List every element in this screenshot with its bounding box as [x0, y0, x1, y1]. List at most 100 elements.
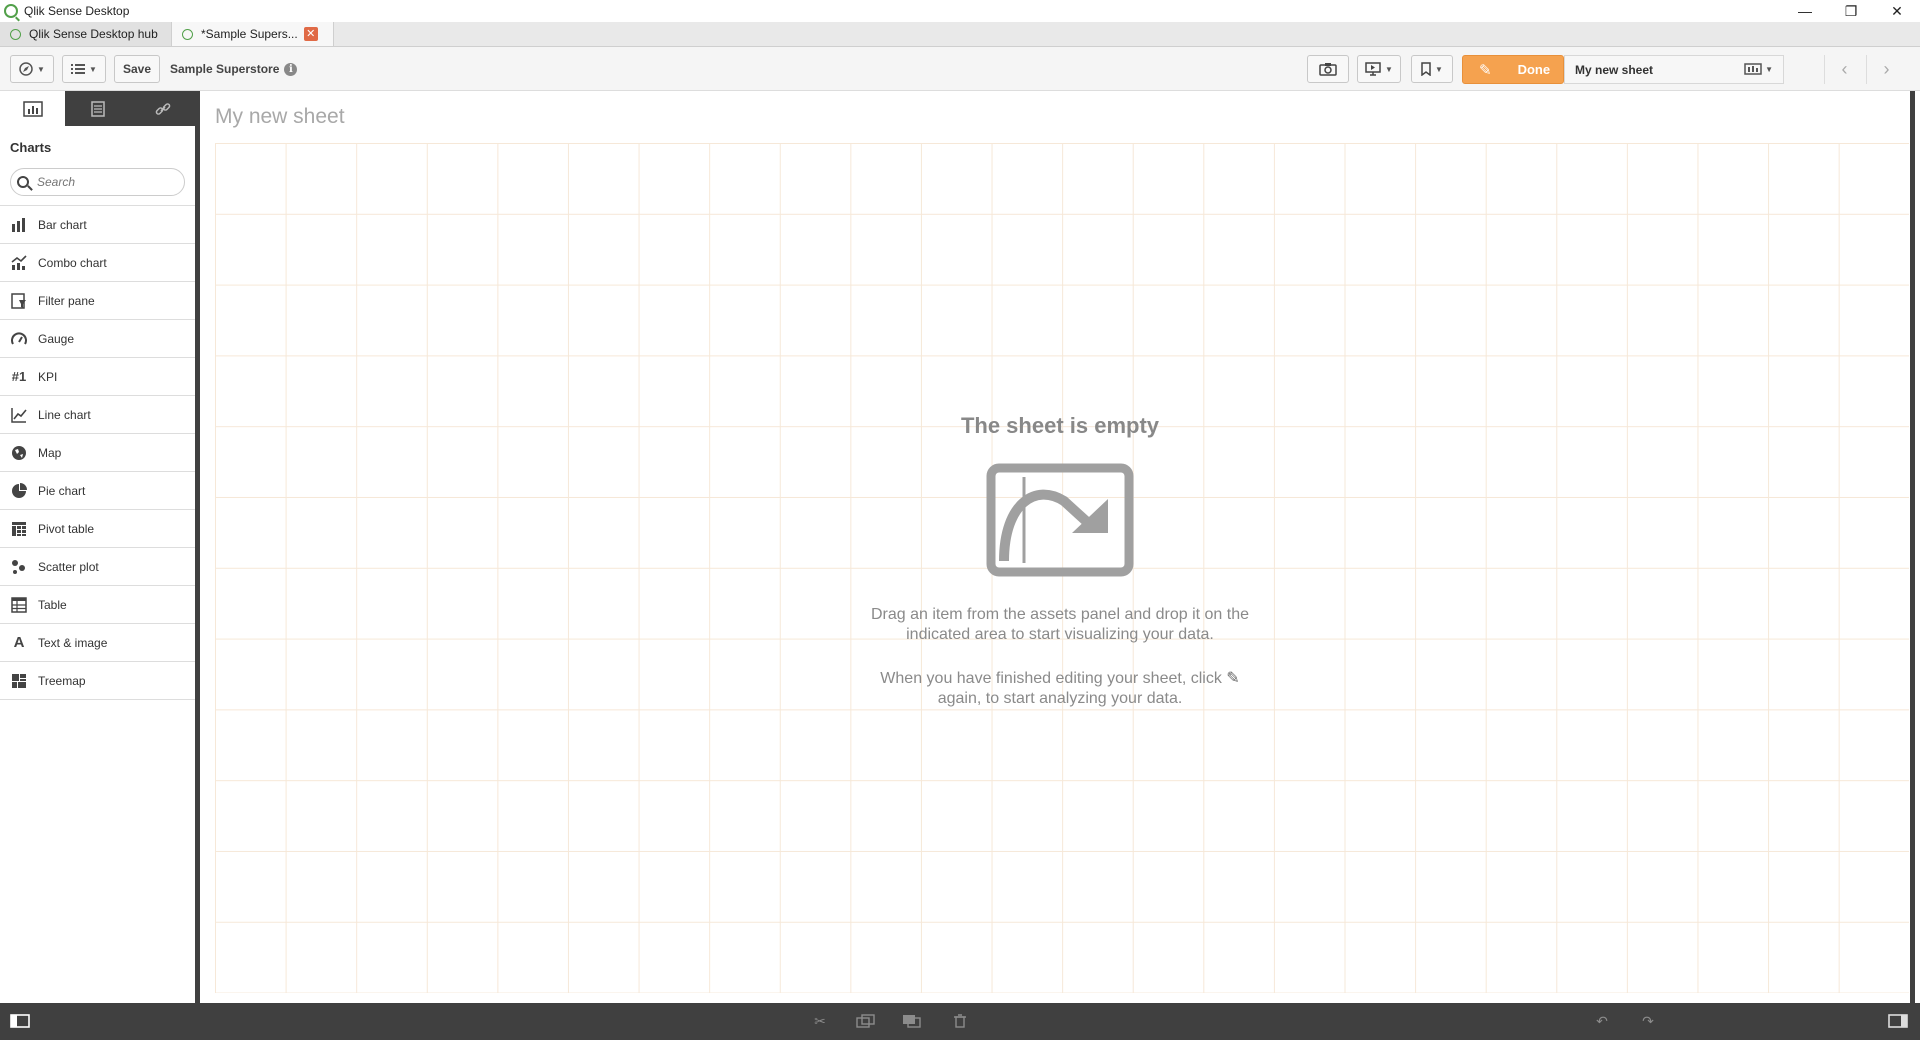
- toggle-assets-panel-button[interactable]: [10, 1013, 30, 1029]
- cut-button[interactable]: ✂: [810, 1013, 830, 1029]
- qlik-tab-icon: [10, 28, 21, 40]
- treemap-icon: [10, 673, 28, 689]
- map-icon: [10, 445, 28, 461]
- undo-button[interactable]: ↶: [1592, 1013, 1612, 1029]
- chevron-down-icon: ▼: [89, 64, 97, 74]
- assets-panel: Charts Bar chart Combo chart Filter pane…: [0, 91, 200, 1003]
- chart-item-label: Map: [38, 445, 62, 460]
- sheet-canvas[interactable]: My new sheet The sheet is empty Drag an …: [205, 91, 1915, 1003]
- charts-tab-icon: [22, 100, 43, 117]
- chart-item-label: Pivot table: [38, 521, 95, 536]
- window-title: Qlik Sense Desktop: [24, 4, 130, 18]
- chevron-down-icon: ▼: [37, 64, 45, 74]
- drag-drop-illustration-icon: [986, 463, 1134, 577]
- chart-item-table[interactable]: Table: [0, 586, 195, 624]
- pivot-table-icon: [10, 521, 28, 537]
- toggle-properties-panel-button[interactable]: [1888, 1013, 1908, 1029]
- sheet-title-label: My new sheet: [1575, 62, 1654, 77]
- bottom-toolbar: ✂ ↶ ↷: [0, 1003, 1920, 1040]
- panel-right-icon: [1888, 1014, 1908, 1028]
- snapshot-button[interactable]: [1307, 55, 1349, 83]
- close-tab-icon[interactable]: ✕: [303, 27, 318, 41]
- navigation-menu-button[interactable]: ▼: [10, 55, 54, 83]
- list-menu-icon: [71, 64, 86, 74]
- tab-charts[interactable]: [0, 91, 65, 126]
- chart-item-gauge[interactable]: Gauge: [0, 320, 195, 358]
- info-icon[interactable]: i: [284, 62, 298, 76]
- presentation-icon: [1365, 62, 1381, 76]
- search-input[interactable]: [37, 175, 177, 189]
- search-box[interactable]: [10, 168, 185, 196]
- chevron-down-icon: ▼: [1385, 64, 1393, 74]
- tab-master-items[interactable]: [130, 91, 195, 126]
- assets-tab-bar: [0, 91, 195, 126]
- chart-item-pivot-table[interactable]: Pivot table: [0, 510, 195, 548]
- global-menu-button[interactable]: ▼: [62, 55, 106, 83]
- paste-icon: [903, 1015, 921, 1028]
- compass-icon: [19, 62, 33, 76]
- bookmarks-button[interactable]: ▼: [1411, 55, 1453, 83]
- window-controls: — ❐ ✕: [1782, 0, 1920, 22]
- story-button[interactable]: ▼: [1357, 55, 1401, 83]
- chart-item-scatter-plot[interactable]: Scatter plot: [0, 548, 195, 586]
- bar-chart-icon: [10, 217, 28, 233]
- chart-item-label: Gauge: [38, 331, 75, 346]
- empty-sheet-message: The sheet is empty Drag an item from the…: [205, 413, 1915, 709]
- empty-line-2b: again, to start analyzing your data.: [937, 690, 1183, 707]
- chart-item-treemap[interactable]: Treemap: [0, 662, 195, 700]
- chart-item-label: Pie chart: [38, 483, 86, 498]
- gauge-icon: [10, 331, 28, 347]
- qlik-tab-icon: [182, 28, 193, 40]
- pencil-icon: ✎: [1226, 670, 1240, 687]
- chart-item-label: Line chart: [38, 407, 91, 422]
- redo-button[interactable]: ↷: [1638, 1013, 1658, 1029]
- chart-item-text-image[interactable]: A Text & image: [0, 624, 195, 662]
- delete-button[interactable]: [950, 1013, 970, 1029]
- tab-label: *Sample Supers...: [201, 27, 298, 41]
- next-sheet-button[interactable]: ›: [1866, 55, 1906, 84]
- chart-item-label: Filter pane: [38, 293, 95, 308]
- sheet-title-field[interactable]: My new sheet ▼: [1564, 55, 1784, 84]
- minimize-button[interactable]: —: [1782, 0, 1828, 22]
- tab-hub[interactable]: Qlik Sense Desktop hub: [0, 22, 172, 46]
- save-button[interactable]: Save: [114, 55, 160, 83]
- panel-left-icon: [10, 1014, 30, 1028]
- paste-button[interactable]: [902, 1013, 922, 1029]
- pie-chart-icon: [10, 482, 28, 499]
- empty-sheet-instructions: Drag an item from the assets panel and d…: [860, 605, 1260, 645]
- sheet-title[interactable]: My new sheet: [215, 105, 345, 129]
- empty-sheet-instructions-2: When you have finished editing your shee…: [860, 669, 1260, 709]
- done-label: Done: [1517, 62, 1551, 77]
- qlik-logo-icon: [4, 4, 18, 18]
- undo-icon: ↶: [1596, 1012, 1608, 1029]
- empty-line-1: Drag an item from the assets panel and d…: [871, 606, 1249, 643]
- empty-sheet-title: The sheet is empty: [960, 413, 1160, 438]
- empty-line-2a: When you have finished editing your shee…: [880, 670, 1222, 687]
- restore-button[interactable]: ❐: [1828, 0, 1874, 22]
- link-icon: [155, 102, 170, 115]
- close-window-button[interactable]: ✕: [1874, 0, 1920, 22]
- copy-button[interactable]: [856, 1013, 876, 1029]
- chart-item-combo-chart[interactable]: Combo chart: [0, 244, 195, 282]
- chart-item-label: Treemap: [38, 673, 86, 688]
- done-button[interactable]: ✎ Done: [1462, 55, 1564, 84]
- tab-sample-superstore[interactable]: *Sample Supers... ✕: [172, 22, 334, 46]
- chart-item-filter-pane[interactable]: Filter pane: [0, 282, 195, 320]
- chart-item-map[interactable]: Map: [0, 434, 195, 472]
- previous-sheet-button[interactable]: ‹: [1824, 55, 1864, 84]
- filter-pane-icon: [10, 292, 28, 309]
- line-chart-icon: [10, 407, 28, 423]
- copy-icon: [856, 1014, 875, 1028]
- trash-icon: [954, 1014, 966, 1028]
- chart-item-label: Combo chart: [38, 255, 107, 270]
- tab-bar: Qlik Sense Desktop hub *Sample Supers...…: [0, 22, 1920, 47]
- sheets-icon: [1744, 63, 1762, 75]
- chart-item-line-chart[interactable]: Line chart: [0, 396, 195, 434]
- sheets-menu-button[interactable]: ▼: [1744, 63, 1773, 75]
- chart-item-pie-chart[interactable]: Pie chart: [0, 472, 195, 510]
- chart-item-bar-chart[interactable]: Bar chart: [0, 206, 195, 244]
- scatter-plot-icon: [10, 559, 28, 575]
- tab-fields[interactable]: [65, 91, 130, 126]
- fields-tab-icon: [90, 100, 105, 117]
- chart-item-kpi[interactable]: #1 KPI: [0, 358, 195, 396]
